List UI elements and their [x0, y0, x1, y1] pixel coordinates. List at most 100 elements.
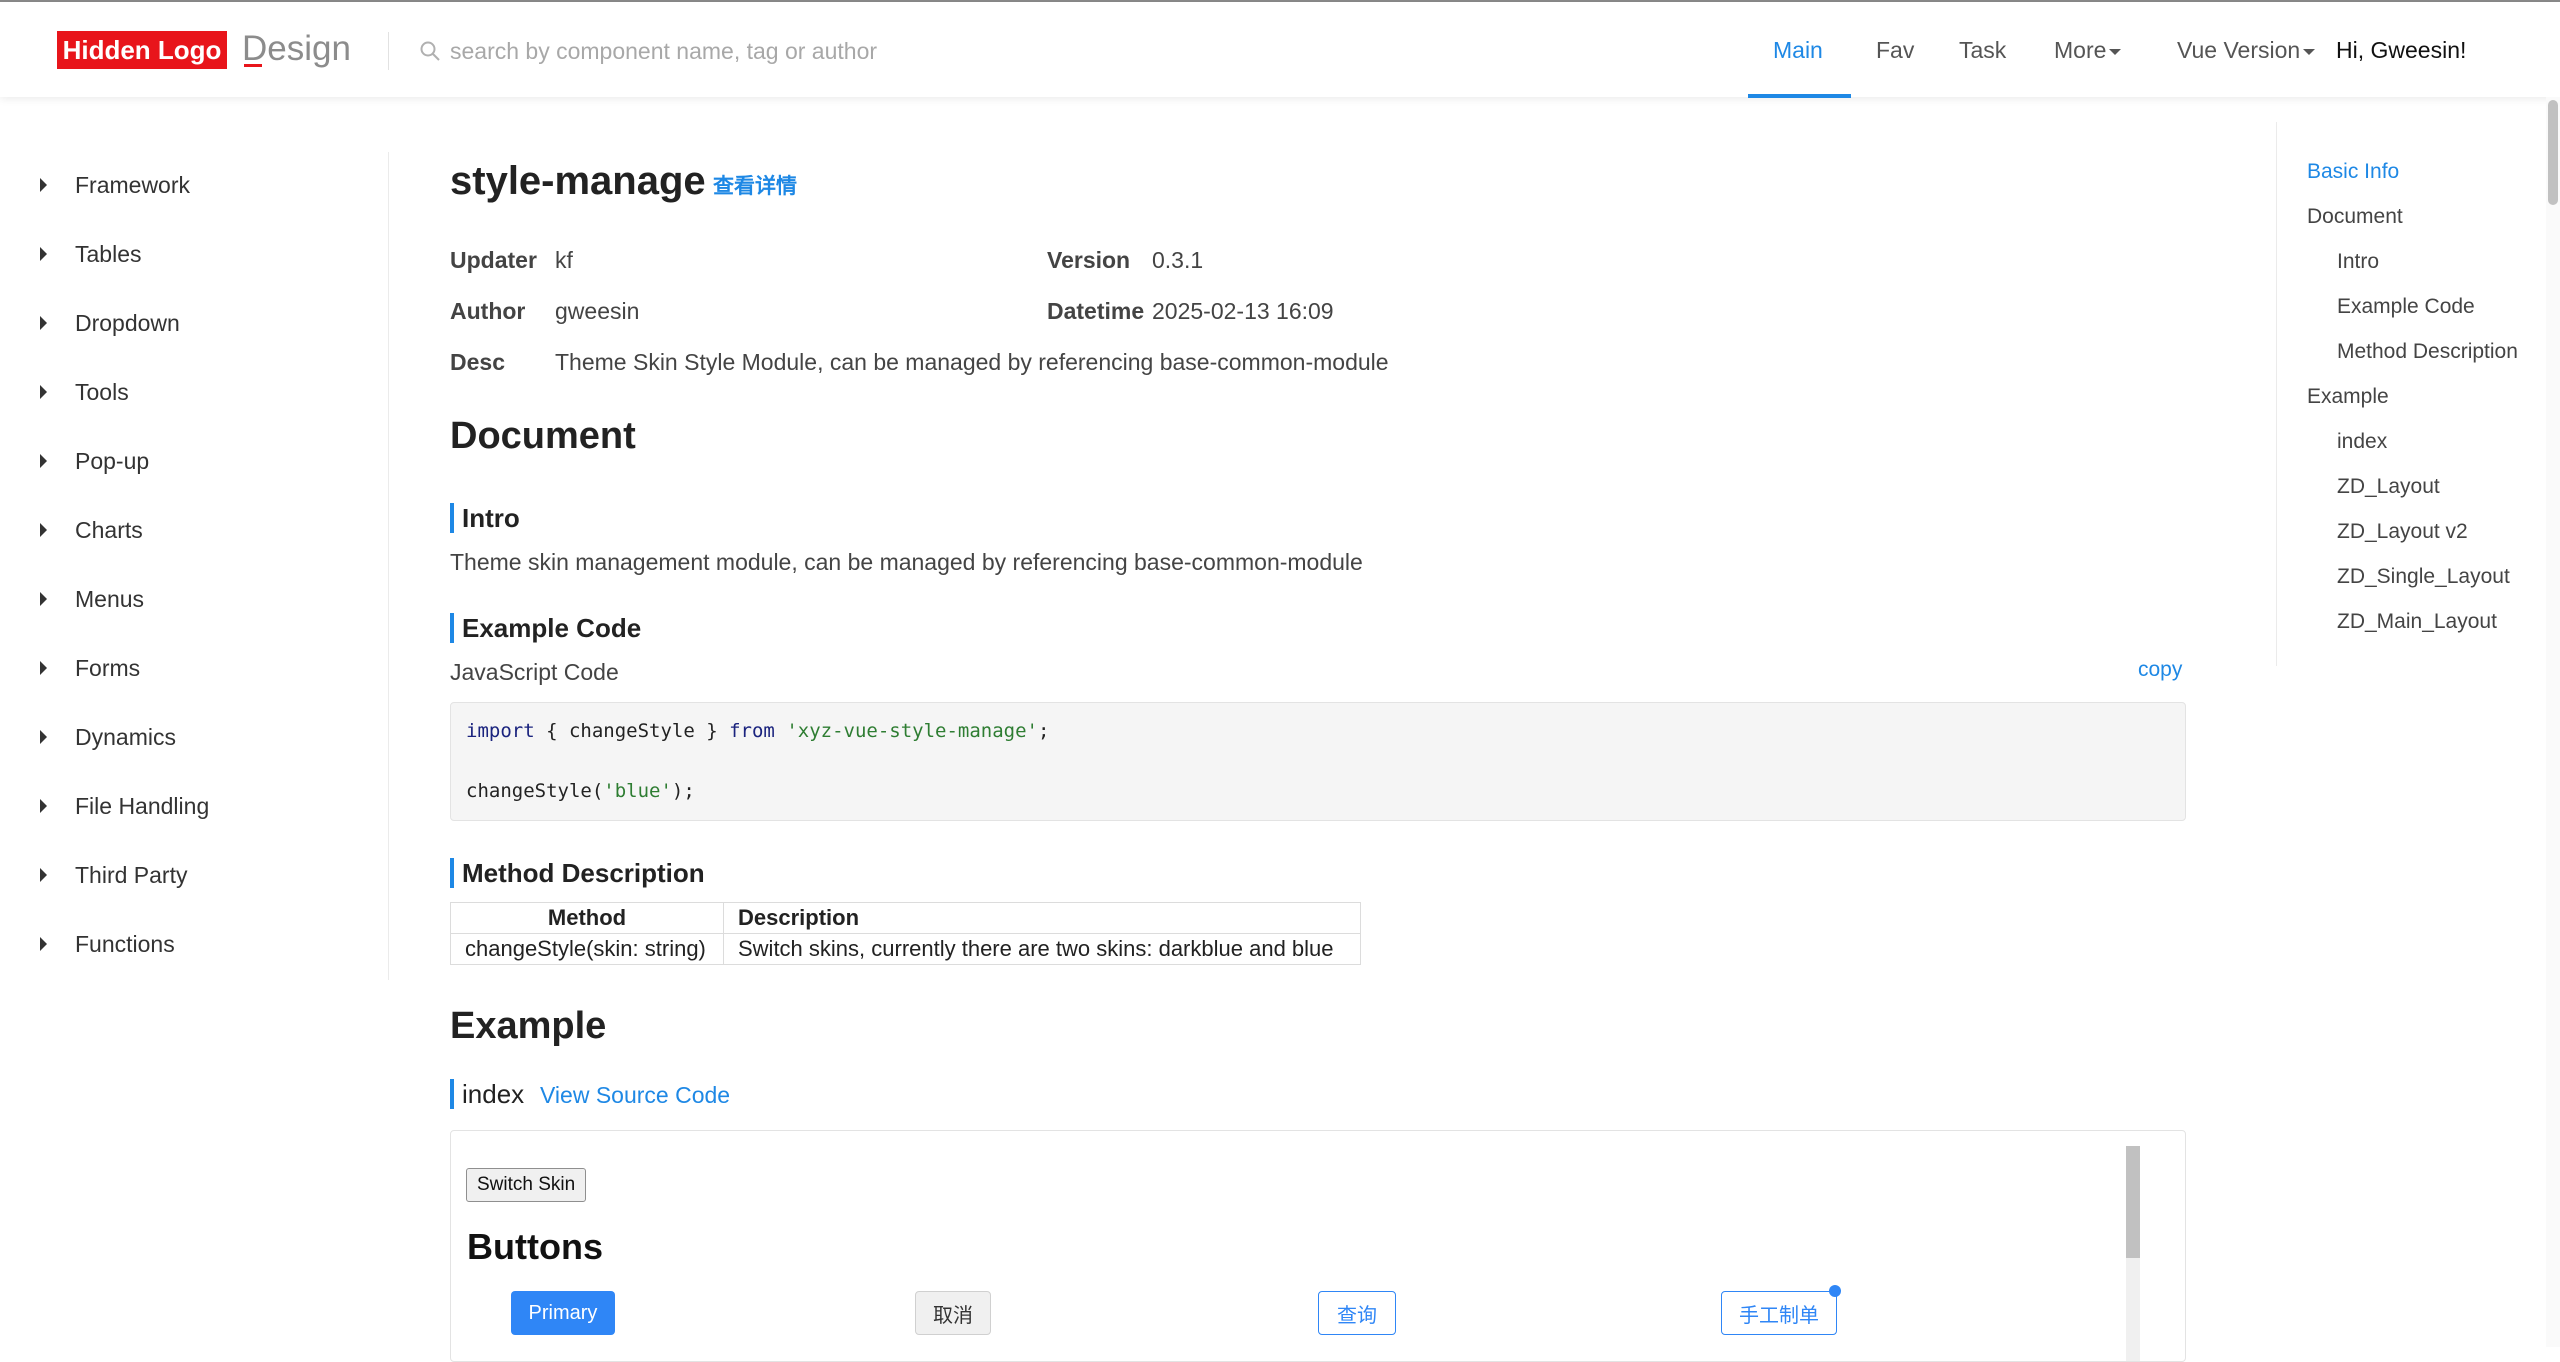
- table-header-description: Description: [723, 902, 1361, 934]
- method-description-heading: Method Description: [450, 858, 705, 888]
- sidebar-item-forms[interactable]: Forms: [0, 648, 380, 688]
- nav-more-label: More: [2054, 37, 2107, 63]
- nav-main[interactable]: Main: [1773, 32, 1823, 68]
- sidebar-item-tables[interactable]: Tables: [0, 234, 380, 274]
- caret-right-icon: [40, 799, 47, 813]
- query-button[interactable]: 查询: [1318, 1291, 1396, 1335]
- code-string: 'xyz-vue-style-manage': [786, 720, 1038, 742]
- toc-example-code[interactable]: Example Code: [2337, 292, 2475, 322]
- sidebar-item-label: Charts: [75, 517, 143, 543]
- toc-document[interactable]: Document: [2307, 202, 2403, 232]
- search-icon: [420, 41, 440, 61]
- sidebar-item-framework[interactable]: Framework: [0, 165, 380, 205]
- page-title: style-manage: [450, 159, 706, 203]
- author-value: gweesin: [555, 298, 640, 324]
- switch-skin-button[interactable]: Switch Skin: [466, 1168, 587, 1202]
- table-row: changeStyle(skin: string) Switch skins, …: [450, 933, 1361, 965]
- sidebar-item-menus[interactable]: Menus: [0, 579, 380, 619]
- caret-right-icon: [40, 661, 47, 675]
- page-scrollbar-thumb[interactable]: [2548, 100, 2558, 205]
- demo-preview-panel: Switch Skin Buttons Primary 取消 查询 手工制单: [450, 1130, 2186, 1362]
- caret-down-icon: [2109, 48, 2122, 55]
- table-cell-method: changeStyle(skin: string): [450, 933, 724, 965]
- page-scrollbar-track[interactable]: [2546, 97, 2560, 1347]
- desc-label: Desc: [450, 349, 505, 375]
- toc-intro[interactable]: Intro: [2337, 247, 2379, 277]
- sidebar-item-functions[interactable]: Functions: [0, 924, 380, 964]
- nav-fav[interactable]: Fav: [1876, 32, 1914, 68]
- sidebar-item-file-handling[interactable]: File Handling: [0, 786, 380, 826]
- caret-right-icon: [40, 730, 47, 744]
- cancel-button[interactable]: 取消: [915, 1291, 991, 1335]
- example-code-heading: Example Code: [450, 613, 641, 643]
- intro-text: Theme skin management module, can be man…: [450, 549, 1363, 575]
- table-cell-description: Switch skins, currently there are two sk…: [723, 933, 1361, 965]
- caret-right-icon: [40, 178, 47, 192]
- toc-method-description[interactable]: Method Description: [2337, 337, 2518, 367]
- updater-label: Updater: [450, 247, 537, 273]
- code-block[interactable]: import { changeStyle } from 'xyz-vue-sty…: [450, 702, 2186, 821]
- toc-zd-layout-v2[interactable]: ZD_Layout v2: [2337, 517, 2468, 547]
- nav-active-indicator: [1748, 94, 1851, 98]
- sidebar-divider: [388, 152, 389, 980]
- nav-vue-version-dropdown[interactable]: Vue Version: [2177, 32, 2316, 68]
- datetime-value: 2025-02-13 16:09: [1152, 298, 1334, 324]
- version-label: Version: [1047, 247, 1131, 273]
- view-details-link[interactable]: 查看详情: [713, 172, 797, 202]
- updater-value: kf: [555, 247, 573, 273]
- nav-task[interactable]: Task: [1959, 32, 2006, 68]
- code-text: changeStyle(: [466, 780, 604, 802]
- code-line-2: changeStyle('blue');: [466, 777, 695, 805]
- caret-down-icon: [2303, 48, 2316, 55]
- toc-zd-single-layout[interactable]: ZD_Single_Layout: [2337, 562, 2510, 592]
- buttons-heading: Buttons: [467, 1226, 603, 1267]
- header-divider: [388, 32, 389, 70]
- brand-accent-mark: [244, 64, 262, 67]
- sidebar-nav: Framework Tables Dropdown Tools Pop-up C…: [0, 150, 390, 980]
- intro-heading: Intro: [450, 503, 520, 533]
- toc-basic-info[interactable]: Basic Info: [2307, 157, 2399, 187]
- toc-index[interactable]: index: [2337, 427, 2387, 457]
- sidebar-item-label: Dynamics: [75, 724, 176, 750]
- badge-dot: [1829, 1285, 1841, 1297]
- demo-name: index: [450, 1079, 524, 1109]
- sidebar-item-third-party[interactable]: Third Party: [0, 855, 380, 895]
- sidebar-item-charts[interactable]: Charts: [0, 510, 380, 550]
- sidebar-item-dynamics[interactable]: Dynamics: [0, 717, 380, 757]
- caret-right-icon: [40, 937, 47, 951]
- main-content: style-manage 查看详情 Updater kf Version 0.3…: [450, 150, 2190, 1362]
- caret-right-icon: [40, 592, 47, 606]
- sidebar-item-label: Dropdown: [75, 310, 180, 336]
- author-label: Author: [450, 298, 526, 324]
- sidebar-item-tools[interactable]: Tools: [0, 372, 380, 412]
- caret-right-icon: [40, 385, 47, 399]
- primary-button[interactable]: Primary: [511, 1291, 615, 1335]
- toc-zd-main-layout[interactable]: ZD_Main_Layout: [2337, 607, 2497, 637]
- user-greeting[interactable]: Hi, Gweesin!: [2336, 32, 2466, 68]
- table-header-method: Method: [450, 902, 724, 934]
- code-keyword: import: [466, 720, 535, 742]
- caret-right-icon: [40, 454, 47, 468]
- toc-example[interactable]: Example: [2307, 382, 2389, 412]
- sidebar-item-label: Tools: [75, 379, 129, 405]
- sidebar-item-label: Forms: [75, 655, 141, 681]
- code-line-1: import { changeStyle } from 'xyz-vue-sty…: [466, 717, 1049, 745]
- manual-order-button[interactable]: 手工制单: [1721, 1291, 1837, 1335]
- demo-scrollbar-thumb[interactable]: [2126, 1146, 2140, 1258]
- example-heading: Example: [450, 1005, 607, 1047]
- toc-divider: [2276, 122, 2277, 666]
- sidebar-item-label: Functions: [75, 931, 175, 957]
- search-input[interactable]: [448, 30, 1152, 72]
- toc-zd-layout[interactable]: ZD_Layout: [2337, 472, 2440, 502]
- sidebar-item-pop-up[interactable]: Pop-up: [0, 441, 380, 481]
- caret-right-icon: [40, 316, 47, 330]
- logo[interactable]: Hidden Logo: [57, 31, 227, 69]
- code-string: 'blue': [603, 780, 672, 802]
- nav-vue-version-label: Vue Version: [2177, 37, 2301, 63]
- top-header: Hidden Logo Design Main Fav Task More Vu…: [0, 2, 2560, 98]
- copy-code-button[interactable]: copy: [2138, 655, 2182, 685]
- view-source-code-link[interactable]: View Source Code: [540, 1080, 730, 1110]
- sidebar-item-dropdown[interactable]: Dropdown: [0, 303, 380, 343]
- caret-right-icon: [40, 523, 47, 537]
- nav-more-dropdown[interactable]: More: [2054, 32, 2122, 68]
